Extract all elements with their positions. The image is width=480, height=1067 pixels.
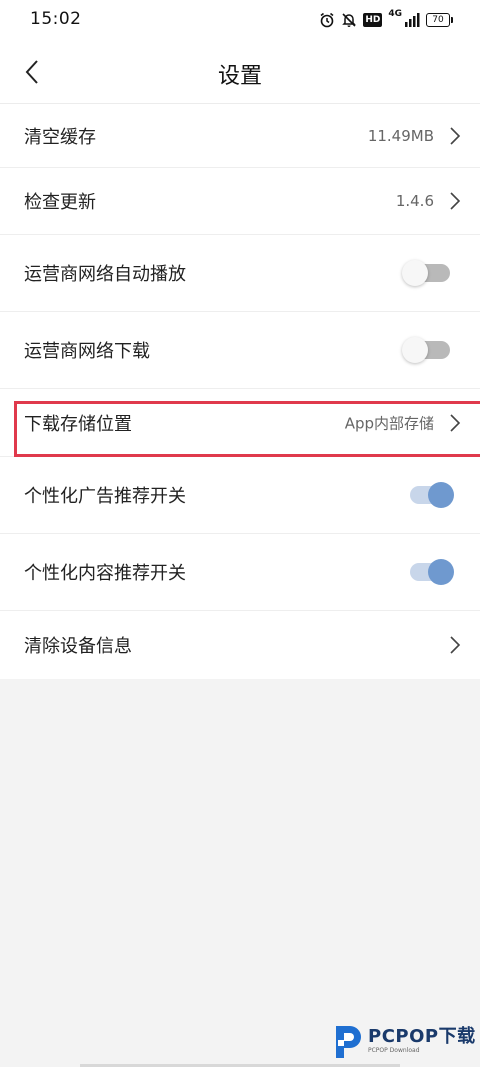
setting-label: 运营商网络下载	[24, 341, 150, 362]
cache-size-value: 11.49MB	[367, 126, 434, 145]
mute-bell-icon	[342, 13, 357, 27]
setting-check-update[interactable]: 检查更新 1.4.6	[0, 168, 480, 235]
alarm-icon	[320, 12, 334, 28]
watermark-text: PCPOP下载 PCPOP Download	[368, 1027, 476, 1055]
watermark: PCPOP下载 PCPOP Download	[330, 1022, 476, 1060]
toggle-knob	[428, 482, 454, 508]
setting-label: 个性化内容推荐开关	[24, 563, 186, 584]
personalized-ads-toggle[interactable]	[410, 482, 454, 508]
header: 设置	[0, 40, 480, 104]
setting-clear-cache[interactable]: 清空缓存 11.49MB	[0, 104, 480, 168]
chevron-right-icon	[450, 192, 461, 210]
watermark-brand: PCPOP下载	[368, 1026, 476, 1047]
settings-list: 清空缓存 11.49MB 检查更新 1.4.6 运营商网络自动播放 运营商网络下…	[0, 104, 480, 679]
setting-label: 运营商网络自动播放	[24, 264, 186, 285]
carrier-autoplay-toggle[interactable]	[402, 260, 450, 286]
carrier-download-toggle[interactable]	[402, 337, 450, 363]
toggle-knob	[428, 559, 454, 585]
pcpop-logo-icon	[336, 1026, 361, 1058]
page-title: 设置	[217, 64, 262, 89]
version-value: 1.4.6	[395, 192, 434, 210]
setting-label: 清除设备信息	[24, 636, 132, 657]
network-type-label: 4G	[388, 9, 402, 19]
setting-carrier-autoplay: 运营商网络自动播放	[0, 235, 480, 312]
toggle-knob	[402, 337, 428, 363]
chevron-right-icon	[450, 636, 461, 654]
chevron-right-icon	[450, 413, 461, 432]
setting-label: 下载存储位置	[24, 413, 132, 435]
setting-personalized-content: 个性化内容推荐开关	[0, 534, 480, 611]
status-time: 15:02	[30, 9, 82, 29]
chevron-right-icon	[450, 126, 461, 145]
setting-download-location[interactable]: 下载存储位置 App内部存储	[0, 389, 480, 457]
signal-icon	[405, 13, 420, 27]
setting-label: 个性化广告推荐开关	[24, 486, 186, 507]
watermark-sub: PCPOP Download	[368, 1047, 420, 1054]
settings-screen: 15:02 HD 4G 70 设置 清空缓存 11.49MB 检查更新 1.4.…	[0, 0, 480, 1067]
toggle-knob	[402, 260, 428, 286]
setting-label: 检查更新	[24, 192, 96, 213]
status-bar: 15:02 HD 4G 70	[0, 0, 480, 40]
setting-carrier-download: 运营商网络下载	[0, 312, 480, 389]
setting-label: 清空缓存	[24, 126, 96, 148]
personalized-content-toggle[interactable]	[410, 559, 454, 585]
setting-personalized-ads: 个性化广告推荐开关	[0, 457, 480, 534]
battery-icon: 70	[426, 13, 453, 27]
hd-icon: HD	[363, 13, 383, 27]
storage-location-value: App内部存储	[344, 414, 434, 432]
status-icons: HD 4G 70	[319, 9, 453, 30]
setting-clear-device-info[interactable]: 清除设备信息	[0, 611, 480, 679]
